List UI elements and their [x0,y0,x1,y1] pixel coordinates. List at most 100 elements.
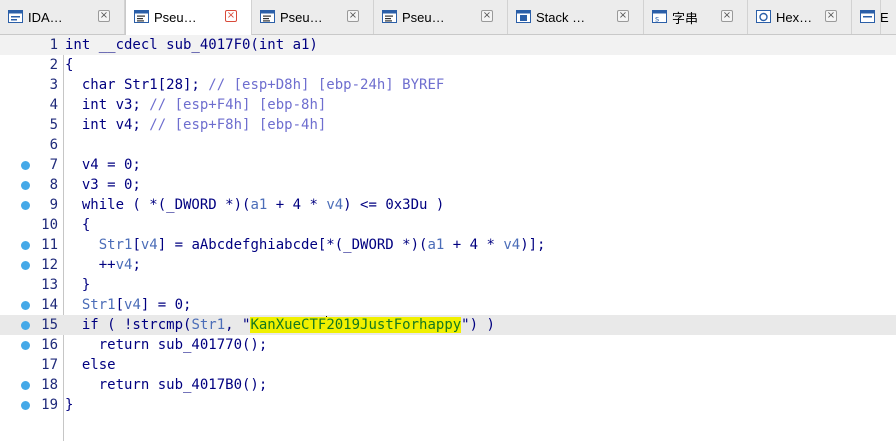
code-text: v4 = 0; [65,155,141,175]
line-number: 18 [41,377,58,393]
code-token: + 4 * [444,237,504,253]
line-number: 17 [41,357,58,373]
code-text: while ( *(_DWORD *)(a1 + 4 * v4) <= 0x3D… [65,195,444,215]
code-line[interactable]: 19} [0,395,896,415]
breakpoint-marker-icon[interactable] [21,161,30,170]
code-line[interactable]: 11 Str1[v4] = aAbcdefghiabcde[*(_DWORD *… [0,235,896,255]
code-comment: // [esp+F4h] [ebp-8h] [149,97,327,113]
code-line[interactable]: 6 [0,135,896,155]
code-line[interactable]: 5 int v4; // [esp+F8h] [ebp-4h] [0,115,896,135]
code-text: ++v4; [65,255,141,275]
code-token: int v4; [65,117,150,133]
code-token: + 4 * [267,197,327,213]
close-icon[interactable]: × [225,10,237,22]
close-icon[interactable]: × [98,10,110,22]
code-line[interactable]: 9 while ( *(_DWORD *)(a1 + 4 * v4) <= 0x… [0,195,896,215]
code-token: return sub_4017B0(); [65,377,268,393]
code-token: ++ [65,257,116,273]
code-token: return sub_401770(); [65,337,268,353]
close-icon[interactable]: × [617,10,629,22]
code-text: v3 = 0; [65,175,141,195]
code-line[interactable]: 3 char Str1[28]; // [esp+D8h] [ebp-24h] … [0,75,896,95]
tab-3[interactable]: Pseu… × [252,0,374,34]
code-token: char Str1[28]; [65,77,209,93]
string-literal: 2019JustForhappy [326,317,462,333]
close-icon[interactable]: × [721,10,733,22]
stack-icon [516,10,531,23]
tab-4[interactable]: Pseu… × [374,0,508,34]
breakpoint-marker-icon[interactable] [21,321,30,330]
pseudocode-editor[interactable]: 1 int __cdecl sub_4017F0(int a1) 2{3 char … [0,35,896,441]
code-token: ) <= 0x3Du ) [343,197,445,213]
code-line[interactable]: 10 { [0,215,896,235]
tab-7[interactable]: Hex… × [748,0,852,34]
tab-label: Pseu… [402,9,445,25]
tab-1[interactable]: IDA… × [0,0,125,34]
code-token: ] = aAbcdefghiabcde[*(_DWORD *)( [157,237,428,253]
code-line[interactable]: 4 int v3; // [esp+F4h] [ebp-8h] [0,95,896,115]
svg-text:s: s [655,15,659,24]
variable-token: v4 [124,297,141,313]
breakpoint-marker-icon[interactable] [21,401,30,410]
pseudocode-icon [382,10,397,23]
code-line[interactable]: 16 return sub_401770(); [0,335,896,355]
code-line[interactable]: 7 v4 = 0; [0,155,896,175]
tab-label: IDA… [28,9,63,25]
tab-6[interactable]: s 字串 × [644,0,748,34]
close-icon[interactable]: × [825,10,837,22]
code-line[interactable]: 17 else [0,355,896,375]
code-text: } [65,275,90,295]
code-line[interactable]: 13 } [0,275,896,295]
line-number: 19 [41,397,58,413]
code-token: ; [132,257,141,273]
pseudocode-icon [134,10,149,23]
code-line[interactable]: 8 v3 = 0; [0,175,896,195]
line-number: 16 [41,337,58,353]
code-line[interactable]: 15 if ( !strcmp(Str1, "KanXueCTF2019Just… [0,315,896,335]
tab-label: Hex… [776,9,813,25]
code-text: return sub_401770(); [65,335,268,355]
close-icon[interactable]: × [347,10,359,22]
breakpoint-marker-icon[interactable] [21,181,30,190]
variable-token: v4 [326,197,344,213]
tab-label: 字串 [672,10,699,26]
code-text: else [65,355,116,375]
code-token: )]; [520,237,546,253]
tab-8[interactable]: E [852,0,889,34]
code-text: } [65,395,73,415]
line-number: 2 [49,57,58,73]
breakpoint-marker-icon[interactable] [21,341,30,350]
code-text: int v4; // [esp+F8h] [ebp-4h] [65,115,326,135]
breakpoint-marker-icon[interactable] [21,261,30,270]
variable-token: Str1 [191,317,226,333]
tab-label: Pseu… [280,9,323,25]
line-number: 8 [49,177,58,193]
code-token: while ( *(_DWORD *)( [65,197,251,213]
breakpoint-marker-icon[interactable] [21,381,30,390]
breakpoint-marker-icon[interactable] [21,241,30,250]
code-token: if ( !strcmp( [65,317,192,333]
line-number: 11 [41,237,58,253]
line-number: 9 [49,197,58,213]
variable-token: Str1 [98,237,133,253]
breakpoint-marker-icon[interactable] [21,301,30,310]
line-number: 13 [41,277,58,293]
tab-2[interactable]: Pseu… × [125,0,252,35]
code-line[interactable]: 12 ++v4; [0,255,896,275]
variable-token: Str1 [81,297,116,313]
code-token: { [65,57,74,73]
code-line[interactable]: 2{ [0,55,896,75]
code-line[interactable]: 1 int __cdecl sub_4017F0(int a1) [0,35,896,55]
close-icon[interactable]: × [481,10,493,22]
tab-5[interactable]: Stack … × [508,0,644,34]
line-number: 5 [49,117,58,133]
breakpoint-marker-icon[interactable] [21,201,30,210]
line-number: 15 [41,317,58,333]
code-token: int __cdecl sub_4017F0(int a1) [65,37,318,53]
code-token: v3 = 0; [65,177,141,193]
code-line[interactable]: 14 Str1[v4] = 0; [0,295,896,315]
code-line[interactable]: 18 return sub_4017B0(); [0,375,896,395]
code-token: [ [132,237,141,253]
string-literal: KanXueCTF [250,317,327,333]
